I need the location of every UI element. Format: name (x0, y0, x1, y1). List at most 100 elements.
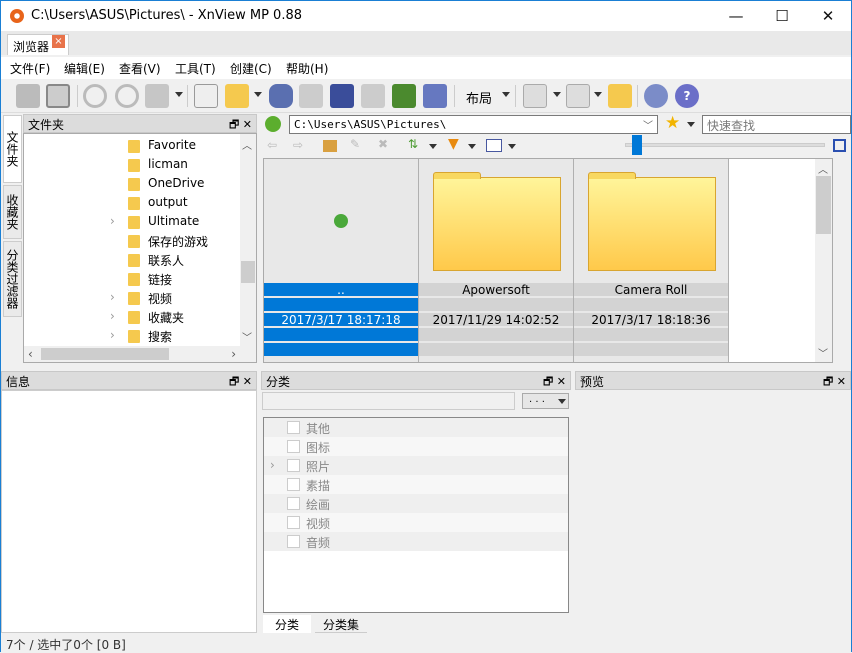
capture-icon[interactable] (423, 84, 447, 108)
maximize-button[interactable]: ☐ (759, 1, 805, 31)
thumbnail-item[interactable]: .. 2017/3/17 18:17:18 (264, 159, 419, 362)
category-checkbox[interactable] (287, 497, 300, 510)
tree-item[interactable]: 链接 (24, 270, 244, 289)
tab-close-icon[interactable]: × (52, 35, 65, 48)
panel-float-close-icons[interactable]: 🗗 ✕ (543, 373, 566, 392)
category-item[interactable]: 音频 (264, 532, 568, 551)
tree-vertical-scrollbar[interactable]: ︿ ﹀ (240, 134, 256, 346)
category-item[interactable]: 其他 (264, 418, 568, 437)
scroll-thumb[interactable] (241, 261, 255, 283)
slider-handle[interactable] (632, 135, 642, 155)
category-options-button[interactable]: . . . (522, 393, 569, 409)
menu-help[interactable]: 帮助(H) (286, 60, 328, 77)
side-tab-category-filter[interactable]: 分类过滤器 (3, 241, 22, 317)
scanner-icon[interactable] (330, 84, 354, 108)
category-filter-input[interactable] (262, 392, 515, 410)
fullscreen-icon[interactable] (46, 84, 70, 108)
menu-file[interactable]: 文件(F) (10, 60, 50, 77)
category-item[interactable]: 视频 (264, 513, 568, 532)
sort-icon[interactable]: ⇅ (408, 137, 418, 151)
side-tab-favorites[interactable]: 收藏夹 (3, 185, 22, 239)
chevron-down-icon[interactable] (502, 92, 510, 97)
chevron-down-icon[interactable]: ﹀ (643, 117, 653, 132)
category-item[interactable]: 绘画 (264, 494, 568, 513)
tree-item[interactable]: 保存的游戏 (24, 232, 244, 251)
thumbnail-item[interactable]: Camera Roll 2017/3/17 18:18:36 (574, 159, 729, 362)
tree-item[interactable]: › 视频 (24, 289, 244, 308)
tree-item[interactable]: output (24, 194, 244, 213)
category-tab-categories[interactable]: 分类 (263, 615, 311, 633)
category-checkbox[interactable] (287, 459, 300, 472)
close-button[interactable]: ✕ (805, 1, 851, 31)
thumbnail-vertical-scrollbar[interactable]: ︿ ﹀ (815, 159, 832, 362)
chevron-down-icon[interactable] (429, 144, 437, 149)
thumbnail-item[interactable]: Apowersoft 2017/11/29 14:02:52 (419, 159, 574, 362)
menu-view[interactable]: 查看(V) (119, 60, 161, 77)
tree-item[interactable]: › 收藏夹 (24, 308, 244, 327)
category-checkbox[interactable] (287, 535, 300, 548)
address-input[interactable]: C:\Users\ASUS\Pictures\ (289, 115, 658, 134)
chevron-down-icon[interactable] (175, 92, 183, 97)
category-checkbox[interactable] (287, 440, 300, 453)
tree-item[interactable]: OneDrive (24, 175, 244, 194)
tree-item[interactable]: licman (24, 156, 244, 175)
forward-icon[interactable]: ⇨ (293, 138, 303, 152)
category-item[interactable]: 素描 (264, 475, 568, 494)
quick-search-input[interactable]: 快速查找 (702, 115, 851, 134)
info-icon[interactable] (194, 84, 218, 108)
tree-item[interactable]: 联系人 (24, 251, 244, 270)
category-checkbox[interactable] (287, 516, 300, 529)
gear-icon[interactable] (644, 84, 668, 108)
filter-icon[interactable]: ▼ (448, 136, 459, 152)
back-icon[interactable]: ⇦ (267, 138, 277, 152)
chevron-down-icon[interactable] (468, 144, 476, 149)
tree-horizontal-scrollbar[interactable]: ‹ › (24, 346, 256, 362)
rotate-right-icon[interactable] (115, 84, 139, 108)
view-mode-icon[interactable] (486, 139, 502, 152)
folder-tree[interactable]: › 搜索 › 收藏夹 › 视频 链接 联系人 保存的游戏 › Ultimate output OneDr… (23, 133, 257, 363)
menu-create[interactable]: 创建(C) (230, 60, 272, 77)
restore-icon[interactable] (833, 139, 846, 152)
tree-item[interactable]: › Ultimate (24, 213, 244, 232)
chevron-down-icon[interactable] (687, 122, 695, 127)
category-tab-sets[interactable]: 分类集 (315, 615, 367, 633)
book-icon[interactable] (566, 84, 590, 108)
tree-item[interactable]: › 搜索 (24, 327, 244, 346)
menu-edit[interactable]: 编辑(E) (64, 60, 105, 77)
expand-chevron-icon[interactable]: › (270, 458, 275, 472)
print-icon[interactable] (299, 84, 323, 108)
expand-chevron-icon[interactable]: › (110, 328, 115, 342)
batch-icon[interactable] (361, 84, 385, 108)
batch-rename-icon[interactable] (392, 84, 416, 108)
category-item[interactable]: 图标 (264, 437, 568, 456)
binoculars-icon[interactable] (269, 84, 293, 108)
chevron-down-icon[interactable] (254, 92, 262, 97)
category-item[interactable]: › 照片 (264, 456, 568, 475)
expand-chevron-icon[interactable]: › (110, 309, 115, 323)
chevron-down-icon[interactable] (594, 92, 602, 97)
side-tab-folders[interactable]: 文件夹 (3, 115, 22, 183)
category-checkbox[interactable] (287, 421, 300, 434)
scroll-thumb[interactable] (41, 348, 169, 360)
category-checkbox[interactable] (287, 478, 300, 491)
expand-chevron-icon[interactable]: › (110, 214, 115, 228)
up-folder-icon[interactable] (265, 116, 281, 132)
tree-item[interactable]: Favorite (24, 137, 244, 156)
pages-icon[interactable] (523, 84, 547, 108)
rotate-left-icon[interactable] (83, 84, 107, 108)
panel-float-close-icons[interactable]: 🗗 ✕ (823, 373, 846, 392)
new-folder-icon[interactable] (323, 140, 337, 152)
folder-tree-icon[interactable] (608, 84, 632, 108)
scroll-thumb[interactable] (816, 176, 831, 234)
view-image-icon[interactable] (16, 84, 40, 108)
thumbnail-size-slider[interactable] (625, 143, 825, 147)
chevron-down-icon[interactable] (553, 92, 561, 97)
open-folder-icon[interactable] (225, 84, 249, 108)
layout-button[interactable]: 布局 (466, 88, 492, 107)
minimize-button[interactable]: — (713, 1, 759, 31)
chevron-down-icon[interactable] (508, 144, 516, 149)
rename-icon[interactable]: ✎ (350, 137, 360, 151)
help-icon[interactable]: ? (675, 84, 699, 108)
menu-tools[interactable]: 工具(T) (175, 60, 216, 77)
convert-icon[interactable] (145, 84, 169, 108)
